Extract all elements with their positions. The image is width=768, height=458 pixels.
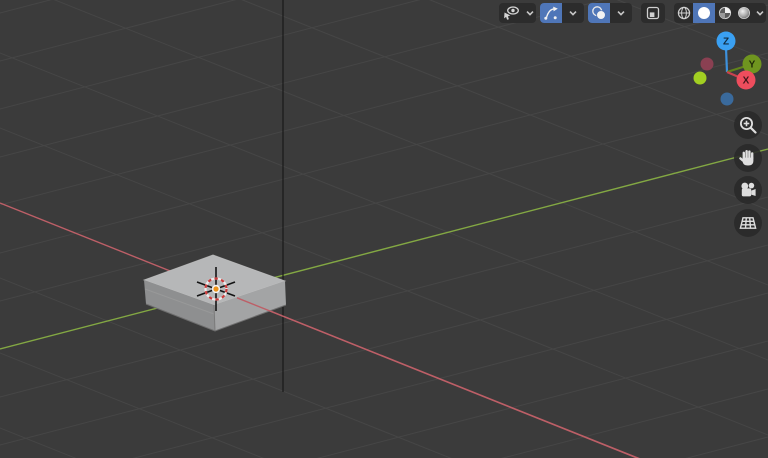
- grid-line: [0, 4, 768, 206]
- grid-line: [132, 292, 768, 458]
- camera-icon: [738, 180, 758, 200]
- shading-dropdown[interactable]: [753, 3, 766, 23]
- grid-line: [0, 352, 265, 458]
- x-axis-line: [0, 202, 640, 458]
- pointer-eye-icon: [503, 5, 520, 21]
- overlays-icon: [591, 5, 607, 21]
- show-gizmo-group: [540, 3, 584, 23]
- rendered-sphere-icon: [736, 5, 752, 21]
- gizmo-y-label: Y: [749, 60, 756, 71]
- show-overlays-button[interactable]: [588, 3, 610, 23]
- grid-line: [0, 127, 768, 436]
- object-visibility-dropdown[interactable]: [523, 3, 536, 23]
- gizmo-neg-x-ball[interactable]: [700, 57, 714, 71]
- chevron-down-icon: [568, 9, 578, 17]
- grid-line: [0, 277, 452, 458]
- shading-rendered-button[interactable]: [734, 3, 753, 23]
- shading-wireframe-button[interactable]: [674, 3, 693, 23]
- gizmo-z-ball[interactable]: Z: [716, 31, 736, 51]
- object-visibility-group: [499, 3, 536, 23]
- xray-icon: [645, 5, 661, 21]
- cursor-center-dot: [213, 286, 219, 292]
- gizmo-z-line: [724, 47, 729, 73]
- hand-icon: [738, 148, 758, 168]
- perspective-grid-icon: [738, 213, 758, 233]
- wireframe-sphere-icon: [676, 5, 692, 21]
- show-gizmo-dropdown[interactable]: [562, 3, 584, 23]
- gizmo-neg-z-ball[interactable]: [720, 92, 734, 106]
- show-overlays-group: [588, 3, 632, 23]
- shading-solid-button[interactable]: [693, 3, 715, 23]
- chevron-down-icon: [616, 9, 626, 17]
- grid-line: [0, 52, 768, 361]
- chevron-down-icon: [525, 9, 535, 17]
- show-gizmo-button[interactable]: [540, 3, 562, 23]
- gizmo-z-label: Z: [723, 37, 729, 48]
- grid-line: [0, 427, 77, 458]
- zoom-button[interactable]: [734, 111, 762, 139]
- grid-line: [685, 436, 768, 458]
- gizmo-x-ball[interactable]: X: [736, 70, 756, 90]
- viewport-3d[interactable]: [0, 0, 768, 458]
- object-visibility-button[interactable]: [499, 3, 523, 23]
- material-preview-sphere-icon: [717, 5, 733, 21]
- grid-line: [0, 196, 768, 398]
- shading-modes-group: [674, 3, 766, 23]
- toggle-xray-button[interactable]: [641, 3, 665, 23]
- chevron-down-icon: [755, 9, 765, 17]
- floor-grid: [0, 0, 768, 458]
- pan-button[interactable]: [734, 144, 762, 172]
- solid-sphere-icon: [696, 5, 712, 21]
- gizmo-x-label: X: [743, 76, 750, 87]
- toggle-xray-group: [641, 3, 665, 23]
- camera-view-button[interactable]: [734, 176, 762, 204]
- x-axis-line-foreground: [236, 297, 638, 458]
- viewport-header-toolbar: [495, 3, 766, 23]
- grid-line: [0, 244, 768, 446]
- gizmo-neg-y-ball[interactable]: [693, 71, 707, 85]
- show-overlays-dropdown[interactable]: [610, 3, 632, 23]
- grid-line: [0, 52, 768, 254]
- shading-material-button[interactable]: [715, 3, 734, 23]
- gizmo-icon: [543, 5, 559, 21]
- grid-line: [53, 0, 768, 286]
- magnifier-plus-icon: [738, 115, 758, 135]
- toggle-projection-button[interactable]: [734, 209, 762, 237]
- navigation-gizmo[interactable]: Z Y X: [688, 26, 764, 110]
